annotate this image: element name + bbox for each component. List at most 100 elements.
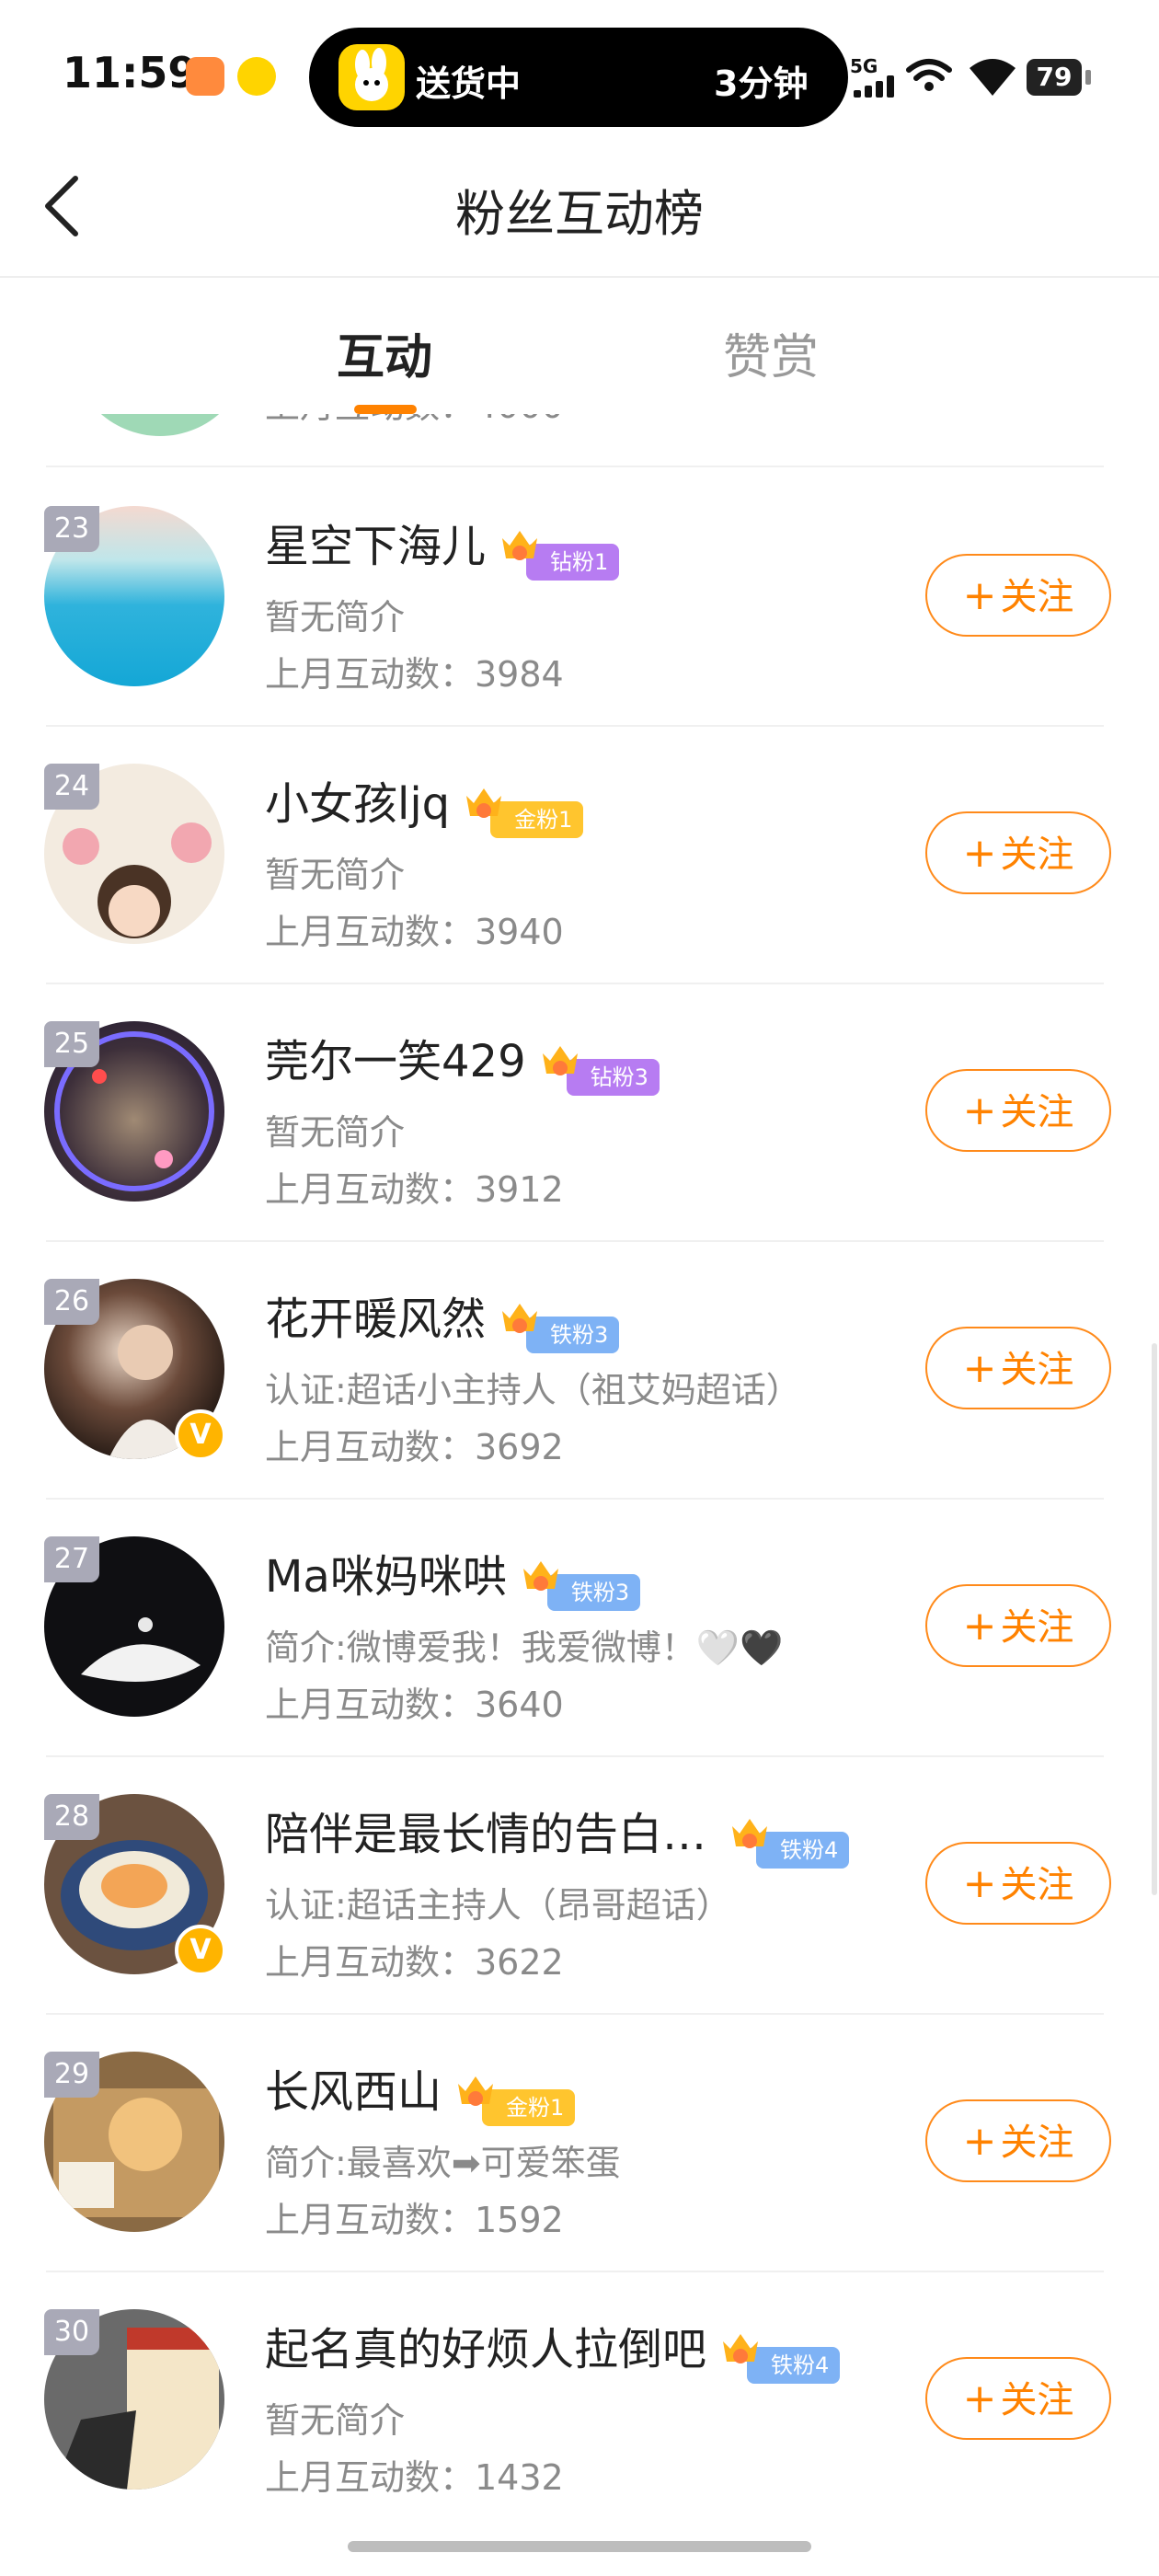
user-name[interactable]: Ma咪妈咪哄 铁粉3	[265, 1540, 641, 1611]
rank-badge: 26	[44, 1279, 99, 1325]
dynamic-island-activity[interactable]: 送货中 3分钟	[309, 28, 848, 127]
crown-icon	[732, 1819, 768, 1848]
user-description: 暂无简介	[265, 1112, 406, 1153]
plus-icon: +	[962, 2118, 997, 2165]
list-item[interactable]: 27 Ma咪妈咪哄 铁粉3 简介:微博爱我！我爱微博！🤍🖤 上月互动数：3640 …	[0, 1500, 1159, 1757]
crown-icon	[502, 1304, 538, 1333]
plus-icon: +	[962, 572, 997, 619]
signal-icon	[854, 75, 894, 98]
verified-icon: V	[175, 1409, 226, 1461]
network-type: 5G	[850, 55, 878, 77]
crown-icon	[542, 1046, 578, 1075]
tab-bar-background	[0, 386, 1159, 414]
crown-icon	[458, 2076, 494, 2106]
list-item[interactable]: 30 起名真的好烦人拉倒吧 铁粉4 暂无简介 上月互动数：1432 + 关注	[0, 2272, 1159, 2530]
interaction-count: 上月互动数：3640	[265, 1685, 564, 1725]
tab-interaction[interactable]: 互动	[337, 318, 432, 387]
interaction-count: 上月互动数：3692	[265, 1427, 564, 1467]
interaction-count: 上月互动数：3622	[265, 1942, 564, 1983]
row-divider	[46, 466, 1104, 467]
verified-icon: V	[175, 1925, 226, 1976]
interaction-count: 上月互动数：3912	[265, 1169, 564, 1210]
user-description: 暂无简介	[265, 855, 406, 895]
tab-reward[interactable]: 赞赏	[723, 318, 819, 387]
fan-level-badge: 金粉1	[463, 787, 584, 838]
delivery-logo-icon	[339, 44, 405, 110]
fan-level-badge: 铁粉3	[520, 1559, 641, 1611]
crown-icon	[466, 788, 502, 818]
rank-badge: 29	[44, 2052, 99, 2098]
follow-label: 关注	[1000, 1606, 1074, 1649]
follow-button[interactable]: + 关注	[925, 1069, 1111, 1152]
user-description: 暂无简介	[265, 597, 406, 638]
crown-icon	[502, 531, 538, 560]
plus-icon: +	[962, 1603, 997, 1650]
rank-badge: 27	[44, 1536, 99, 1582]
follow-button[interactable]: + 关注	[925, 1327, 1111, 1409]
app-notification-icon	[186, 57, 224, 96]
plus-icon: +	[962, 830, 997, 877]
status-time: 11:59	[63, 48, 198, 98]
list-item[interactable]: 25 莞尔一笑429 钻粉3 暂无简介 上月互动数：3912 + 关注	[0, 984, 1159, 1242]
list-item[interactable]: 26 V 花开暖风然 铁粉3 认证:超话小主持人（祖艾妈超话） 上月互动数：369…	[0, 1242, 1159, 1500]
rank-badge: 24	[44, 764, 99, 810]
rank-badge: 30	[44, 2309, 99, 2355]
follow-button[interactable]: + 关注	[925, 2099, 1111, 2182]
list-item[interactable]: 29 长风西山 金粉1 简介:最喜欢➡可爱笨蛋 上月互动数：1592 + 关注	[0, 2015, 1159, 2272]
fan-level-badge: 钻粉1	[499, 529, 620, 581]
follow-label: 关注	[1000, 834, 1074, 876]
user-name-text: 星空下海儿	[265, 521, 487, 572]
plus-icon: +	[962, 1860, 997, 1907]
follow-button[interactable]: + 关注	[925, 2357, 1111, 2440]
user-name-text: 起名真的好烦人拉倒吧	[265, 2324, 707, 2375]
page-title: 粉丝互动榜	[455, 185, 704, 243]
user-description: 简介:最喜欢➡可爱笨蛋	[265, 2143, 621, 2183]
wifi-icon	[970, 59, 1016, 96]
activity-eta: 3分钟	[714, 63, 809, 104]
user-name-text: 小女孩ljq	[265, 778, 451, 830]
fan-level-badge: 金粉1	[454, 2075, 576, 2126]
user-description: 暂无简介	[265, 2400, 406, 2441]
follow-label: 关注	[1000, 1091, 1074, 1133]
nav-divider	[0, 276, 1159, 278]
activity-status: 送货中	[416, 63, 522, 104]
interaction-count: 上月互动数：3940	[265, 912, 564, 952]
user-name[interactable]: 陪伴是最长情的告白… 铁粉4	[265, 1798, 850, 1869]
hotspot-wifi-icon	[906, 59, 952, 91]
user-name-text: 陪伴是最长情的告白…	[265, 1809, 707, 1860]
user-name[interactable]: 莞尔一笑429 钻粉3	[265, 1025, 660, 1096]
follow-button[interactable]: + 关注	[925, 811, 1111, 894]
plus-icon: +	[962, 2375, 997, 2422]
user-name-text: Ma咪妈咪哄	[265, 1551, 507, 1603]
list-item[interactable]: 28 V 陪伴是最长情的告白… 铁粉4 认证:超话主持人（昂哥超话） 上月互动数：…	[0, 1757, 1159, 2015]
interaction-count: 上月互动数：1592	[265, 2200, 564, 2240]
interaction-count: 上月互动数：1432	[265, 2457, 564, 2498]
fan-level-badge: 铁粉4	[719, 2332, 841, 2384]
user-description: 认证:超话主持人（昂哥超话）	[265, 1885, 731, 1926]
user-name[interactable]: 花开暖风然 铁粉3	[265, 1282, 620, 1353]
user-description: 认证:超话小主持人（祖艾妈超话）	[265, 1370, 801, 1410]
list-item[interactable]: 24 小女孩ljq 金粉1 暂无简介 上月互动数：3940 + 关注	[0, 727, 1159, 984]
crown-icon	[723, 2334, 759, 2363]
scrollbar[interactable]	[1152, 1343, 1157, 1895]
user-name[interactable]: 星空下海儿 钻粉1	[265, 510, 620, 581]
follow-button[interactable]: + 关注	[925, 554, 1111, 637]
tab-active-indicator-overlay	[354, 405, 417, 414]
battery-tip	[1085, 70, 1091, 85]
follow-label: 关注	[1000, 2379, 1074, 2421]
crown-icon	[522, 1561, 558, 1591]
list-item[interactable]: 23 星空下海儿 钻粉1 暂无简介 上月互动数：3984 + 关注	[0, 469, 1159, 727]
follow-button[interactable]: + 关注	[925, 1842, 1111, 1925]
follow-button[interactable]: + 关注	[925, 1584, 1111, 1667]
status-bar: 11:59 送货中 3分钟 5G 79	[0, 0, 1159, 147]
rank-badge: 25	[44, 1021, 99, 1067]
fan-level-badge: 铁粉4	[729, 1817, 850, 1869]
user-name[interactable]: 长风西山 金粉1	[265, 2055, 576, 2126]
user-name[interactable]: 小女孩ljq 金粉1	[265, 767, 584, 838]
interaction-count: 上月互动数：3984	[265, 654, 564, 695]
user-name[interactable]: 起名真的好烦人拉倒吧 铁粉4	[265, 2313, 841, 2384]
follow-label: 关注	[1000, 1349, 1074, 1391]
fan-level-badge: 铁粉3	[499, 1302, 620, 1353]
home-indicator[interactable]	[348, 2541, 811, 2552]
follow-label: 关注	[1000, 2122, 1074, 2164]
